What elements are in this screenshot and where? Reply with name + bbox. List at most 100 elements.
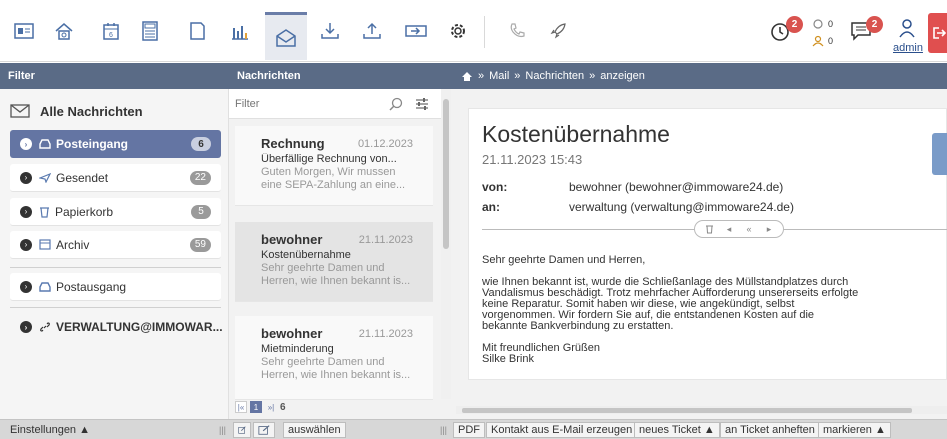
- mail-datetime: 21.11.2023 15:43: [482, 152, 583, 167]
- mail-greeting: Sehr geehrte Damen und Herren,: [482, 254, 646, 266]
- from-label: von:: [482, 180, 508, 194]
- folder-count: 6: [191, 137, 211, 151]
- mail-paragraph: wie Ihnen bekannt ist, wurde die Schließ…: [482, 276, 859, 332]
- documents-icon[interactable]: [177, 8, 217, 54]
- reply-all-icon[interactable]: «: [742, 223, 756, 235]
- envelope-icon: [10, 104, 30, 118]
- message-list-scrollbar[interactable]: [441, 89, 451, 399]
- user-name-link[interactable]: admin: [893, 42, 923, 54]
- folder-label: Archiv: [56, 237, 90, 252]
- breadcrumb-mail[interactable]: Mail: [489, 70, 509, 82]
- all-messages-label: Alle Nachrichten: [40, 103, 143, 119]
- settings-icon[interactable]: [438, 8, 478, 54]
- calculator-icon[interactable]: [130, 8, 170, 54]
- bell-icon[interactable]: [812, 18, 824, 30]
- filter-header: Filter: [0, 63, 229, 89]
- first-page-button[interactable]: |«: [235, 401, 247, 413]
- trash-icon: [39, 206, 50, 218]
- message-date: 21.11.2023: [358, 234, 413, 246]
- pdf-button[interactable]: PDF: [453, 422, 485, 438]
- folder-sent[interactable]: › Gesendet 22: [10, 164, 221, 192]
- folder-label: Posteingang: [56, 137, 129, 151]
- user-icon[interactable]: [898, 18, 916, 38]
- all-messages-item[interactable]: Alle Nachrichten: [10, 99, 143, 123]
- folder-archive[interactable]: › Archiv 59: [10, 231, 221, 259]
- search-icon[interactable]: [389, 97, 403, 111]
- message-date: 21.11.2023: [358, 328, 413, 340]
- folder-trash[interactable]: › Papierkorb 5: [10, 198, 221, 226]
- breadcrumb: » Mail » Nachrichten » anzeigen: [451, 63, 947, 89]
- statistics-icon[interactable]: [220, 8, 260, 54]
- forward-icon[interactable]: ▸: [762, 223, 776, 235]
- resize-handle[interactable]: |||: [219, 425, 226, 435]
- from-value: bewohner (bewohner@immoware24.de): [569, 180, 784, 194]
- upload-icon[interactable]: [352, 8, 392, 54]
- compose-window-icon[interactable]: [253, 422, 275, 438]
- contacts-card-icon[interactable]: [4, 8, 44, 54]
- folder-count: 5: [191, 204, 211, 219]
- mail-account[interactable]: › VERWALTUNG@IMMOWAR...: [10, 313, 223, 341]
- inbox-icon: [39, 139, 51, 149]
- last-page-button[interactable]: »|: [265, 401, 277, 413]
- logout-icon[interactable]: [928, 13, 947, 53]
- messages-panel: Rechnung 01.12.2023 Überfällige Rechnung…: [229, 89, 451, 419]
- select-button[interactable]: auswählen: [283, 422, 346, 438]
- mail-signature: Mit freundlichen Grüßen Silke Brink: [482, 342, 600, 365]
- message-item[interactable]: Rechnung 01.12.2023 Überfällige Rechnung…: [235, 126, 433, 206]
- home-icon[interactable]: [461, 71, 473, 82]
- message-preview: Guten Morgen, Wir mussen eine SEPA-Zahlu…: [261, 166, 406, 191]
- download-icon[interactable]: [310, 8, 350, 54]
- create-contact-button[interactable]: Kontakt aus E-Mail erzeugen: [486, 422, 638, 438]
- phone-icon[interactable]: [497, 8, 537, 54]
- messages-header: Nachrichten: [229, 63, 451, 89]
- reply-icon[interactable]: ◂: [722, 223, 736, 235]
- home-icon[interactable]: [44, 8, 84, 54]
- mark-button[interactable]: markieren ▲: [818, 422, 891, 438]
- chevron-right-icon: ›: [20, 205, 32, 218]
- current-page[interactable]: 1: [250, 401, 262, 413]
- import-icon[interactable]: [396, 8, 436, 54]
- to-label: an:: [482, 200, 500, 214]
- resize-handle[interactable]: |||: [440, 425, 447, 435]
- calendar-icon[interactable]: 6: [91, 8, 131, 54]
- chevron-right-icon: ›: [20, 138, 32, 150]
- chevron-right-icon: ›: [20, 238, 32, 251]
- delete-icon[interactable]: [702, 223, 716, 235]
- outbox-icon: [39, 281, 51, 292]
- rocket-icon[interactable]: [538, 8, 578, 54]
- folder-label: Gesendet: [56, 170, 109, 185]
- scrollbar-thumb[interactable]: [462, 408, 912, 413]
- scrollbar-thumb[interactable]: [443, 99, 449, 249]
- breadcrumb-view: anzeigen: [600, 70, 645, 82]
- attach-ticket-button[interactable]: an Ticket anheften: [720, 422, 820, 438]
- breadcrumb-messages[interactable]: Nachrichten: [525, 70, 584, 82]
- compose-icon[interactable]: [233, 422, 251, 438]
- mail-icon[interactable]: [265, 12, 307, 60]
- breadcrumb-separator: »: [478, 70, 485, 82]
- settings-menu-button[interactable]: Einstellungen ▲: [6, 422, 94, 438]
- folder-outbox[interactable]: › Postausgang: [10, 273, 221, 301]
- sliders-icon[interactable]: [415, 97, 429, 111]
- bottom-bar: Einstellungen ▲ ||| auswählen ||| PDF Ko…: [0, 419, 947, 439]
- clock-badge: 2: [786, 16, 803, 33]
- message-preview: Sehr geehrte Damen und Herren, wie Ihnen…: [261, 262, 411, 287]
- divider: [10, 267, 221, 268]
- message-subject: Kostenübernahme: [261, 249, 351, 261]
- folder-inbox[interactable]: › Posteingang 6: [10, 130, 221, 158]
- message-item[interactable]: bewohner 21.11.2023 Mietminderung Sehr g…: [235, 316, 433, 400]
- message-date: 01.12.2023: [357, 138, 413, 150]
- horizontal-scrollbar[interactable]: [456, 406, 947, 414]
- side-panel-tab[interactable]: [932, 133, 947, 175]
- folder-label: Postausgang: [56, 279, 127, 294]
- user-request-icon[interactable]: [812, 35, 824, 47]
- message-preview: Sehr geehrte Damen und Herren, wie Ihnen…: [261, 356, 411, 381]
- message-filter-bar: [229, 89, 441, 119]
- user-request-count: 0: [828, 36, 834, 46]
- message-item-selected[interactable]: bewohner 21.11.2023 Kostenübernahme Sehr…: [235, 222, 433, 302]
- mail-subject: Kostenübernahme: [482, 121, 670, 147]
- breadcrumb-separator: »: [589, 70, 596, 82]
- link-icon: [39, 321, 51, 333]
- new-ticket-button[interactable]: neues Ticket ▲: [634, 422, 720, 438]
- message-filter-input[interactable]: [235, 95, 385, 113]
- breadcrumb-separator: »: [514, 70, 521, 82]
